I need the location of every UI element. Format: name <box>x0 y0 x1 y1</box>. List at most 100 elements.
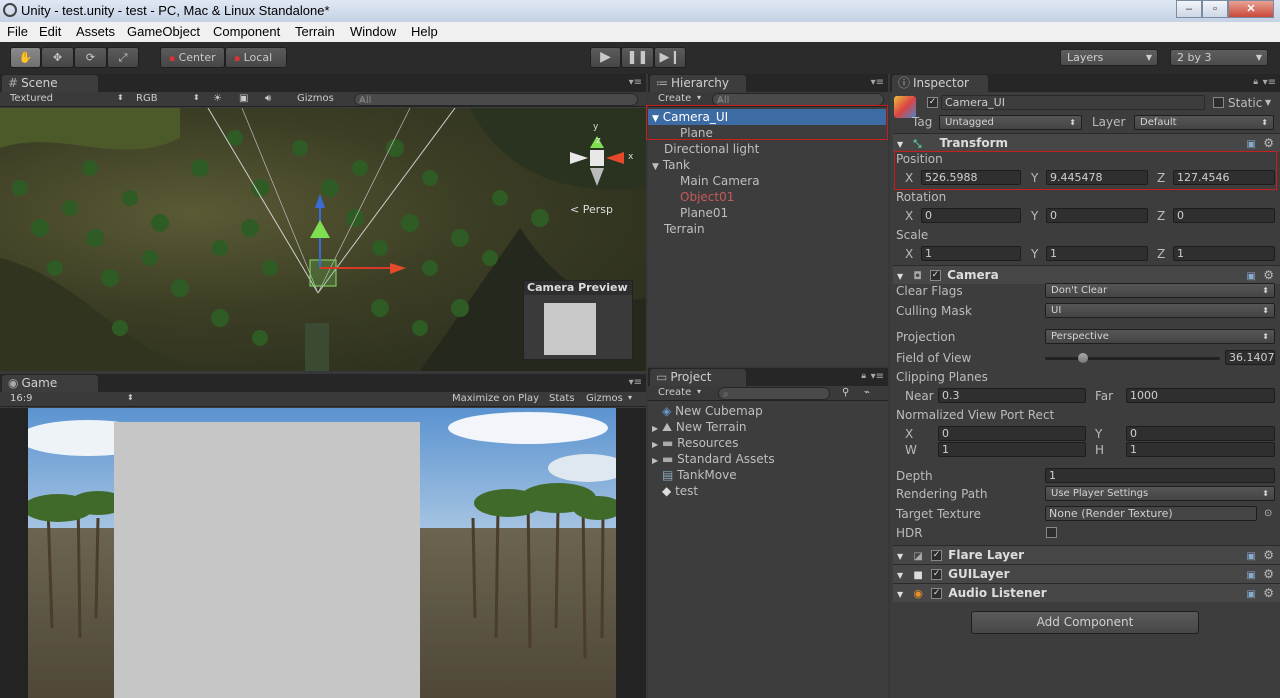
object-picker-icon[interactable]: ⊙ <box>1264 506 1272 522</box>
menu-edit[interactable]: Edit <box>39 24 61 39</box>
pivot-local-button[interactable]: ▪ Local <box>225 47 287 68</box>
list-item[interactable]: ▤ TankMove <box>662 467 737 483</box>
list-item[interactable]: ◆ test <box>662 483 698 499</box>
help-icon[interactable]: ▣ <box>1247 586 1256 604</box>
scene-search-input[interactable]: ⌕ All <box>354 93 638 106</box>
project-create-button[interactable]: Create <box>658 387 691 398</box>
list-item[interactable]: Directional light <box>664 141 759 157</box>
guilayer-header[interactable]: ▼ ■ ✓ GUILayer ▣ ⚙ <box>893 564 1280 583</box>
play-button[interactable]: ▶ <box>590 47 621 68</box>
projection-dropdown[interactable]: Perspective ⬍ <box>1045 329 1275 344</box>
layers-dropdown[interactable]: Layers ▼ <box>1060 49 1158 66</box>
lighting-toggle-icon[interactable]: ☀ <box>213 93 222 104</box>
scale-x-field[interactable]: 1 <box>921 246 1021 261</box>
expand-arrow-icon[interactable]: ▶ <box>652 424 658 433</box>
minimize-button[interactable]: – <box>1176 0 1202 18</box>
camera-header[interactable]: ▼ ◘ ✓ Camera ▣ ⚙ <box>893 265 1280 284</box>
layer-dropdown[interactable]: Default ⬍ <box>1134 115 1274 130</box>
gizmos-dropdown[interactable]: Gizmos <box>297 93 334 104</box>
rotation-z-field[interactable]: 0 <box>1173 208 1275 223</box>
game-gizmos-dropdown[interactable]: Gizmos <box>586 393 623 404</box>
hand-tool-button[interactable]: ✋ <box>10 47 41 68</box>
list-item[interactable]: Object01 <box>680 189 734 205</box>
maximize-button[interactable]: ▫ <box>1202 0 1228 18</box>
static-checkbox[interactable] <box>1213 97 1224 108</box>
filter-type-icon[interactable]: ⚲ <box>842 387 849 398</box>
tab-game[interactable]: ◉ Game <box>2 375 98 392</box>
collapse-arrow-icon[interactable]: ▼ <box>897 272 903 281</box>
object-name-field[interactable]: Camera_UI <box>941 95 1205 110</box>
perspective-label[interactable]: < Persp <box>570 203 613 216</box>
chevron-down-icon[interactable]: ▼ <box>1265 95 1271 111</box>
tag-dropdown[interactable]: Untagged ⬍ <box>939 115 1082 130</box>
menu-gameobject[interactable]: GameObject <box>127 24 200 39</box>
pivot-center-button[interactable]: ▪ Center <box>160 47 225 68</box>
scale-y-field[interactable]: 1 <box>1046 246 1148 261</box>
gear-icon[interactable]: ⚙ <box>1263 546 1274 564</box>
far-field[interactable]: 1000 <box>1126 388 1275 403</box>
menu-help[interactable]: Help <box>411 24 438 39</box>
close-button[interactable]: ✕ <box>1228 0 1274 18</box>
collapse-arrow-icon[interactable]: ▼ <box>897 571 903 580</box>
image-toggle-icon[interactable]: ▣ <box>239 93 248 104</box>
list-item[interactable]: ▶ ▬ Standard Assets <box>652 451 775 467</box>
depth-field[interactable]: 1 <box>1045 468 1275 483</box>
collapse-arrow-icon[interactable]: ▼ <box>897 140 903 149</box>
render-mode-dropdown[interactable]: Textured <box>10 93 53 104</box>
scale-tool-button[interactable]: ⤢ <box>107 47 139 68</box>
panel-menu-icon[interactable]: ▾≡ <box>1263 77 1276 88</box>
menu-terrain[interactable]: Terrain <box>295 24 335 39</box>
expand-arrow-icon[interactable]: ▶ <box>652 440 658 449</box>
pause-button[interactable]: ❚❚ <box>621 47 654 68</box>
panel-menu-icon[interactable]: ▾≡ <box>871 77 884 88</box>
expand-arrow-icon[interactable]: ▼ <box>652 162 659 172</box>
audio-toggle-icon[interactable]: 🔊︎ <box>265 93 271 104</box>
menu-assets[interactable]: Assets <box>76 24 115 39</box>
rotate-tool-button[interactable]: ⟳ <box>74 47 107 68</box>
color-mode-dropdown[interactable]: RGB <box>136 93 158 104</box>
project-search-input[interactable]: ⌕ <box>718 387 830 400</box>
list-item[interactable]: Plane01 <box>680 205 728 221</box>
gear-icon[interactable]: ⚙ <box>1263 134 1274 152</box>
game-viewport[interactable] <box>28 408 616 698</box>
menu-window[interactable]: Window <box>350 24 396 39</box>
panel-menu-icon[interactable]: ▾≡ <box>629 377 642 388</box>
viewport-x-field[interactable]: 0 <box>938 426 1086 441</box>
scene-viewport[interactable]: y x z < Persp Camera Preview <box>0 108 646 371</box>
fov-slider[interactable] <box>1045 353 1220 363</box>
gear-icon[interactable]: ⚙ <box>1263 584 1274 602</box>
clear-flags-dropdown[interactable]: Don't Clear ⬍ <box>1045 283 1275 298</box>
add-component-button[interactable]: Add Component <box>971 611 1199 634</box>
flare-layer-checkbox[interactable]: ✓ <box>930 550 942 561</box>
list-item[interactable]: ▶ ▬ Resources <box>652 435 738 451</box>
rotation-y-field[interactable]: 0 <box>1046 208 1148 223</box>
move-tool-button[interactable]: ✥ <box>41 47 74 68</box>
tab-inspector[interactable]: ⓘ Inspector <box>892 75 988 92</box>
filter-label-icon[interactable]: ⌁ <box>864 387 870 398</box>
rotation-x-field[interactable]: 0 <box>921 208 1021 223</box>
viewport-w-field[interactable]: 1 <box>938 442 1086 457</box>
aspect-dropdown[interactable]: 16:9 <box>10 393 32 404</box>
viewport-y-field[interactable]: 0 <box>1126 426 1275 441</box>
menu-file[interactable]: File <box>7 24 28 39</box>
culling-mask-dropdown[interactable]: UI ⬍ <box>1045 303 1275 318</box>
lock-icon[interactable]: 🔒︎ <box>1253 77 1258 87</box>
gear-icon[interactable]: ⚙ <box>1263 266 1274 284</box>
rendering-path-dropdown[interactable]: Use Player Settings ⬍ <box>1045 486 1275 501</box>
list-item[interactable]: ▶ ⛰︎ New Terrain <box>652 419 747 435</box>
list-item[interactable]: ◈ New Cubemap <box>662 403 763 419</box>
tab-project[interactable]: ▭ Project <box>650 369 746 386</box>
active-checkbox[interactable]: ✓ <box>927 97 938 108</box>
stats-toggle[interactable]: Stats <box>549 393 575 404</box>
expand-arrow-icon[interactable]: ▶ <box>652 456 658 465</box>
panel-menu-icon[interactable]: ▾≡ <box>871 371 884 382</box>
collapse-arrow-icon[interactable]: ▼ <box>897 552 903 561</box>
guilayer-checkbox[interactable]: ✓ <box>930 569 942 580</box>
tab-scene[interactable]: # Scene <box>2 75 98 92</box>
menu-component[interactable]: Component <box>213 24 280 39</box>
fov-field[interactable]: 36.1407 <box>1225 350 1275 365</box>
lock-icon[interactable]: 🔒︎ <box>861 371 866 381</box>
transform-header[interactable]: ▼ ⤡ Transform ▣ ⚙ <box>893 133 1280 152</box>
audio-listener-header[interactable]: ▼ ◉ ✓ Audio Listener ▣ ⚙ <box>893 583 1280 602</box>
maximize-on-play-toggle[interactable]: Maximize on Play <box>452 393 539 404</box>
